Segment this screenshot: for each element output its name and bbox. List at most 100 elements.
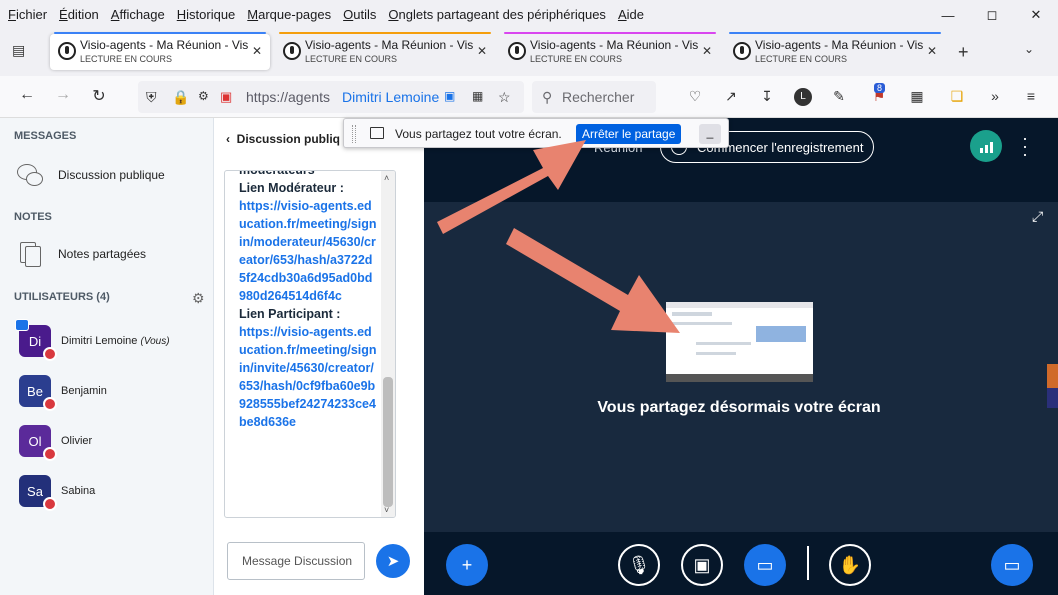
extension-badge: 8 — [874, 83, 886, 93]
scrollbar-thumb[interactable] — [383, 377, 393, 507]
address-bar[interactable]: ⛨ 🔒 ⚙ ▣ https://agents Dimitri Lemoine ▣… — [138, 81, 524, 113]
user-item[interactable]: Be Benjamin — [19, 374, 107, 411]
documents-icon — [14, 239, 44, 269]
list-all-tabs-icon[interactable]: ⌄ — [1024, 42, 1034, 56]
screenshare-button[interactable]: ▭ — [744, 544, 786, 586]
edge-block — [1047, 388, 1058, 408]
tab-subtitle: LECTURE EN COURS — [755, 54, 848, 64]
raise-hand-button[interactable]: ✋ — [829, 544, 871, 586]
url-text[interactable]: https://agents — [246, 89, 330, 105]
forward-icon[interactable]: → — [52, 86, 74, 104]
back-chevron-icon[interactable]: ‹ — [226, 132, 230, 146]
menu-outils[interactable]: Outils — [343, 7, 376, 22]
menu-aide[interactable]: Aide — [618, 7, 644, 22]
firefox-view-icon[interactable]: ▤ — [12, 42, 32, 62]
user-name-text: Benjamin — [61, 385, 107, 397]
more-options-icon[interactable]: · · · — [1022, 129, 1028, 163]
chat-message: modérateurs Lien Modérateur : https://vi… — [239, 171, 379, 431]
tab-close-icon[interactable]: ✕ — [702, 44, 712, 58]
menu-edition[interactable]: Édition — [59, 7, 99, 22]
meeting-area: Réunion Commencer l'enregistrement ··· ⤢… — [424, 118, 1058, 595]
shared-notes-label: Notes partagées — [58, 247, 147, 261]
new-tab-icon[interactable]: + — [958, 42, 969, 63]
sharing-text: Vous partagez tout votre écran. — [395, 127, 562, 141]
tab-strip: ▤ Visio-agents - Ma Réunion - Vis LECTUR… — [0, 30, 1058, 76]
drag-handle[interactable] — [352, 125, 356, 143]
sidebar-item-public-chat[interactable]: Discussion publique — [14, 158, 165, 192]
share-icon[interactable]: ↗ — [722, 88, 740, 106]
tab-3[interactable]: Visio-agents - Ma Réunion - Vis LECTURE … — [500, 32, 720, 70]
chat-message-list[interactable]: modérateurs Lien Modérateur : https://vi… — [224, 170, 396, 518]
maximize-window-icon[interactable]: ◻ — [970, 0, 1014, 30]
lock-icon[interactable]: 🔒 — [172, 89, 189, 106]
tab-favicon-icon — [733, 42, 751, 60]
tab-favicon-icon — [283, 42, 301, 60]
tab-1[interactable]: Visio-agents - Ma Réunion - Vis LECTURE … — [50, 32, 270, 70]
scroll-down-icon[interactable]: ˅ — [384, 505, 389, 515]
participant-link[interactable]: https://visio-agents.education.fr/meetin… — [239, 323, 379, 431]
message-input[interactable]: Message Discussion — [227, 542, 365, 580]
container-icon[interactable]: ❏ — [948, 88, 966, 106]
close-window-icon[interactable]: ✕ — [1014, 0, 1058, 30]
shield-icon[interactable]: ⛨ — [146, 89, 157, 106]
extensions-icon[interactable]: ✎ — [830, 88, 848, 106]
tab-container-line — [729, 32, 941, 34]
back-icon[interactable]: ← — [16, 86, 38, 104]
moderator-link[interactable]: https://visio-agents.education.fr/meetin… — [239, 197, 379, 305]
actions-button[interactable]: + — [446, 544, 488, 586]
minimize-window-icon[interactable]: — — [926, 0, 970, 30]
permissions-icon[interactable]: ⚙ — [198, 89, 209, 103]
camera-button[interactable]: ▣ — [681, 544, 723, 586]
menu-fichier[interactable]: Fichier — [8, 7, 47, 22]
reload-icon[interactable]: ↻ — [88, 86, 110, 106]
bookmark-star-icon[interactable]: ☆ — [498, 89, 511, 106]
hamburger-menu-icon[interactable]: ≡ — [1022, 88, 1040, 106]
overflow-chevrons-icon[interactable]: » — [986, 88, 1004, 106]
qr-code-icon[interactable]: ▦ — [472, 89, 483, 103]
screen-preview-thumbnail — [666, 302, 813, 382]
connection-status-icon[interactable] — [970, 130, 1002, 162]
avatar-initials: Sa — [27, 483, 43, 499]
preview-block — [756, 326, 806, 342]
menu-affichage[interactable]: Affichage — [111, 7, 165, 22]
user-item[interactable]: Di Dimitri Lemoine (Vous) — [15, 319, 170, 361]
pocket-icon[interactable]: ♡ — [686, 88, 704, 106]
fullscreen-icon[interactable]: ⤢ — [1032, 208, 1043, 225]
tab-2[interactable]: Visio-agents - Ma Réunion - Vis LECTURE … — [275, 32, 495, 70]
user-item[interactable]: Sa Sabina — [19, 474, 95, 511]
avatar: Be — [19, 375, 57, 411]
send-button[interactable]: ➤ — [376, 544, 410, 578]
menu-historique[interactable]: Historique — [177, 7, 236, 22]
tab-close-icon[interactable]: ✕ — [927, 44, 937, 58]
grid-apps-icon[interactable]: ▦ — [908, 88, 926, 106]
minimize-notification-button[interactable]: _ — [699, 124, 721, 144]
menu-onglets-peripheriques[interactable]: Onglets partageant des périphériques — [388, 7, 606, 22]
screen-share-indicator-icon[interactable]: ▣ — [220, 89, 232, 105]
tab-close-icon[interactable]: ✕ — [477, 44, 487, 58]
participant-link-label: Lien Participant : — [239, 307, 341, 321]
hand-icon: ✋ — [838, 554, 862, 575]
you-suffix: (Vous) — [140, 336, 170, 347]
moderator-link-label: Lien Modérateur : — [239, 181, 344, 195]
unmute-button[interactable]: 🎙 — [618, 544, 660, 586]
search-box[interactable]: ⚲ Rechercher — [532, 81, 656, 113]
stop-sharing-button[interactable]: Arrêter le partage — [576, 124, 682, 144]
tab-4[interactable]: Visio-agents - Ma Réunion - Vis LECTURE … — [725, 32, 945, 70]
account-icon[interactable]: L — [794, 88, 812, 106]
chat-header[interactable]: ‹ Discussion publiq — [226, 132, 340, 146]
tab-close-icon[interactable]: ✕ — [252, 44, 262, 58]
chat-header-title: Discussion publiq — [236, 132, 341, 146]
briefcase-icon: ▣ — [444, 89, 456, 103]
chat-scrollbar[interactable]: ˄ ˅ — [381, 171, 395, 517]
download-icon[interactable]: ↧ — [758, 88, 776, 106]
user-item[interactable]: Ol Olivier — [19, 424, 92, 461]
gear-icon[interactable]: ⚙ — [192, 290, 205, 307]
layout-button[interactable]: ▭ — [991, 544, 1033, 586]
sidebar-item-shared-notes[interactable]: Notes partagées — [14, 237, 146, 271]
menu-marque-pages[interactable]: Marque-pages — [247, 7, 331, 22]
avatar-initials: Be — [27, 383, 43, 399]
scroll-up-icon[interactable]: ˄ — [384, 173, 389, 183]
preview-block — [672, 312, 712, 316]
chat-bubbles-icon — [14, 160, 44, 190]
users-section-title: UTILISATEURS (4) — [14, 291, 110, 303]
